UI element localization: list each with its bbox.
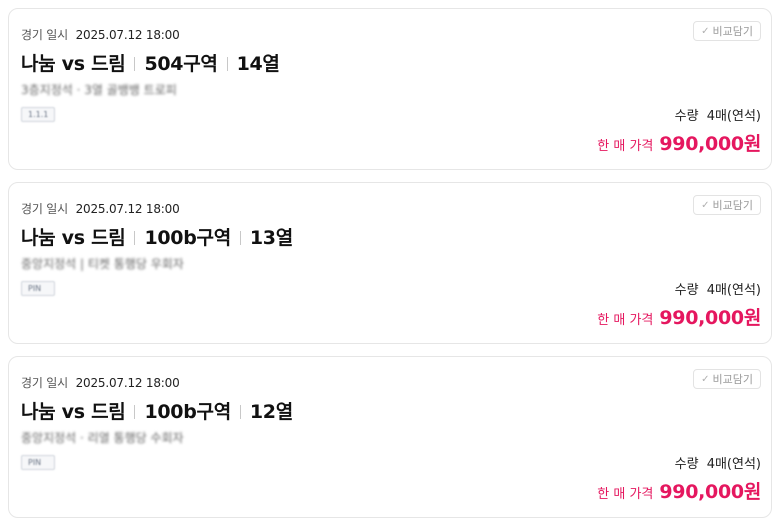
ticket-card[interactable]: 경기 일시 2025.07.12 18:00 ✓ 비교담기 나눔 vs 드림 1… — [8, 356, 772, 518]
listing-title: 나눔 vs 드림 100b구역 12열 — [21, 397, 293, 424]
ticket-card[interactable]: 경기 일시 2025.07.12 18:00 ✓ 비교담기 나눔 vs 드림 5… — [8, 8, 772, 170]
price-label: 한 매 가격 — [597, 139, 654, 154]
match-name: 나눔 vs 드림 — [21, 53, 126, 75]
section-name: 100b구역 — [144, 227, 231, 249]
compare-label: 비교담기 — [712, 373, 753, 386]
quantity-value: 4매(연석) — [706, 283, 761, 298]
unit-price: 한 매 가격 990,000원 — [597, 303, 761, 330]
divider — [134, 230, 136, 245]
date-value: 2025.07.12 18:00 — [75, 202, 180, 216]
check-icon: ✓ — [701, 199, 710, 211]
quantity: 수량 4매(연석) — [675, 279, 761, 298]
quantity-label: 수량 — [674, 109, 699, 124]
divider — [239, 404, 241, 419]
match-date: 경기 일시 2025.07.12 18:00 — [21, 26, 180, 43]
section-name: 504구역 — [144, 53, 218, 75]
quantity: 수량 4매(연석) — [675, 453, 761, 472]
divider — [134, 404, 136, 419]
divider — [226, 56, 228, 71]
listing-title: 나눔 vs 드림 504구역 14열 — [21, 49, 280, 76]
quantity-label: 수량 — [674, 283, 699, 298]
seat-tag-blurred: PIN — [21, 455, 55, 470]
seat-tag-blurred: PIN — [21, 281, 55, 296]
row-name: 14열 — [236, 53, 280, 75]
divider — [134, 56, 136, 71]
unit-price: 한 매 가격 990,000원 — [597, 129, 761, 156]
compare-button[interactable]: ✓ 비교담기 — [693, 195, 761, 215]
row-name: 13열 — [249, 227, 293, 249]
date-value: 2025.07.12 18:00 — [75, 376, 180, 390]
seat-tag-blurred: 1.1.1 — [21, 107, 56, 122]
seat-info-blurred: 3층지정석 · 3열 골뱅뱅 트로피 — [21, 83, 177, 97]
compare-button[interactable]: ✓ 비교담기 — [693, 21, 761, 41]
seat-info-blurred: 중앙지정석 | 티켓 통행당 우회자 — [21, 257, 184, 271]
match-name: 나눔 vs 드림 — [21, 401, 126, 423]
quantity-value: 4매(연석) — [706, 109, 761, 124]
date-label: 경기 일시 — [21, 202, 68, 216]
price-label: 한 매 가격 — [597, 313, 654, 328]
date-label: 경기 일시 — [21, 376, 68, 390]
section-name: 100b구역 — [144, 401, 231, 423]
unit-price: 한 매 가격 990,000원 — [597, 477, 761, 504]
compare-button[interactable]: ✓ 비교담기 — [693, 369, 761, 389]
check-icon: ✓ — [701, 373, 710, 385]
quantity-label: 수량 — [674, 457, 699, 472]
divider — [239, 230, 241, 245]
price-value: 990,000원 — [659, 307, 761, 329]
match-name: 나눔 vs 드림 — [21, 227, 126, 249]
date-label: 경기 일시 — [21, 28, 68, 42]
price-value: 990,000원 — [659, 481, 761, 503]
compare-label: 비교담기 — [712, 199, 753, 212]
ticket-listing-list: 경기 일시 2025.07.12 18:00 ✓ 비교담기 나눔 vs 드림 5… — [0, 0, 780, 528]
ticket-card[interactable]: 경기 일시 2025.07.12 18:00 ✓ 비교담기 나눔 vs 드림 1… — [8, 182, 772, 344]
quantity-value: 4매(연석) — [706, 457, 761, 472]
match-date: 경기 일시 2025.07.12 18:00 — [21, 200, 180, 217]
compare-label: 비교담기 — [712, 25, 753, 38]
listing-title: 나눔 vs 드림 100b구역 13열 — [21, 223, 293, 250]
date-value: 2025.07.12 18:00 — [75, 28, 180, 42]
match-date: 경기 일시 2025.07.12 18:00 — [21, 374, 180, 391]
price-label: 한 매 가격 — [597, 487, 654, 502]
seat-info-blurred: 중앙지정석 · 리열 통행당 수회자 — [21, 431, 184, 445]
row-name: 12열 — [249, 401, 293, 423]
check-icon: ✓ — [701, 25, 710, 37]
quantity: 수량 4매(연석) — [675, 105, 761, 124]
price-value: 990,000원 — [659, 133, 761, 155]
